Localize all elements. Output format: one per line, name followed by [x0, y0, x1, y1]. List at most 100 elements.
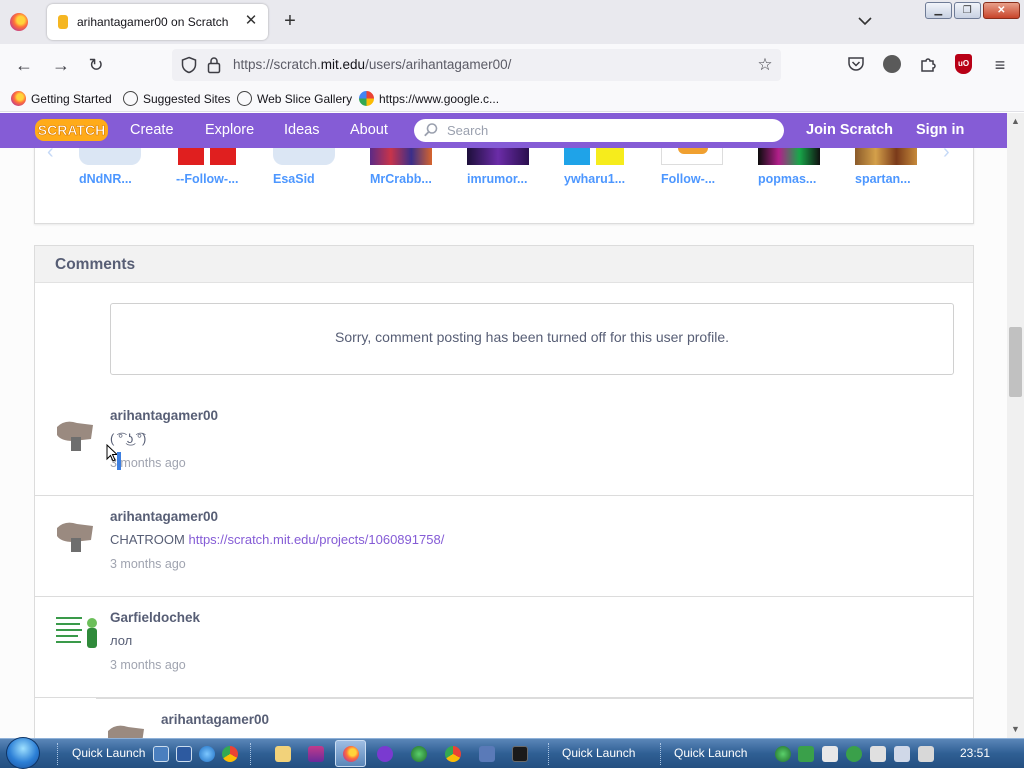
user-avatar[interactable]: [55, 413, 95, 453]
scratch-navbar: SCRATCH Create Explore Ideas About Searc…: [0, 113, 1007, 148]
show-desktop-icon[interactable]: [153, 746, 169, 762]
nav-create[interactable]: Create: [130, 122, 174, 138]
comment-author[interactable]: arihantagamer00: [110, 408, 218, 423]
folder-icon[interactable]: [275, 746, 291, 762]
taskbar-firefox-active[interactable]: [335, 740, 366, 767]
user-name[interactable]: Follow-...: [661, 172, 715, 186]
join-scratch-link[interactable]: Join Scratch: [806, 122, 893, 138]
user-name[interactable]: popmas...: [758, 172, 816, 186]
user-avatar[interactable]: [55, 613, 101, 653]
internet-explorer-icon[interactable]: [199, 746, 215, 762]
quick-launch-label[interactable]: Quick Launch: [72, 746, 145, 760]
tracking-protection-shield-icon[interactable]: [180, 56, 198, 74]
user-name[interactable]: spartan...: [855, 172, 911, 186]
window-switcher-icon[interactable]: [176, 746, 192, 762]
quick-launch-label[interactable]: Quick Launch: [562, 746, 635, 760]
comment-author[interactable]: Garfieldochek: [110, 610, 200, 625]
ublock-origin-icon[interactable]: uO: [955, 54, 972, 74]
start-button[interactable]: [6, 737, 40, 769]
firefox-icon[interactable]: [10, 13, 28, 31]
user-name[interactable]: EsaSid: [273, 172, 315, 186]
url-text[interactable]: https://scratch.mit.edu/users/arihantaga…: [233, 57, 511, 72]
user-name[interactable]: ywharu1...: [564, 172, 625, 186]
pocket-icon[interactable]: [847, 55, 865, 73]
tab-close-icon[interactable]: ✕: [242, 12, 260, 30]
bookmark-getting-started[interactable]: Getting Started: [11, 91, 112, 106]
bookmark-google[interactable]: https://www.google.c...: [359, 91, 499, 106]
back-arrow-icon[interactable]: ←: [13, 54, 35, 76]
scrollbar-thumb[interactable]: [1009, 327, 1022, 397]
user-avatar[interactable]: [55, 514, 95, 554]
carousel-next-icon[interactable]: ›: [943, 148, 950, 164]
winrar-icon[interactable]: [308, 746, 324, 762]
maximize-button[interactable]: ❐: [953, 2, 981, 19]
user-thumbnail[interactable]: [564, 148, 626, 165]
page-scrollbar[interactable]: ▲ ▼: [1007, 113, 1024, 738]
user-avatar[interactable]: [106, 717, 146, 738]
reply-author[interactable]: arihantagamer00: [161, 712, 269, 727]
svg-text:SCRATCH: SCRATCH: [38, 122, 105, 138]
browser-navigation-bar: ← → ↻ https://scratch.mit.edu/users/arih…: [0, 44, 1024, 86]
user-name[interactable]: --Follow-...: [176, 172, 238, 186]
minimize-button[interactable]: ▁: [925, 2, 952, 19]
extensions-puzzle-icon[interactable]: [919, 55, 937, 73]
hamburger-menu-icon[interactable]: ≡: [989, 54, 1011, 76]
browser-tab-bar: arihantagamer00 on Scratch ✕ + ▁ ❐ ✕: [0, 0, 1024, 44]
comment-text-content: CHATROOM: [110, 532, 189, 547]
search-input[interactable]: Search: [414, 119, 784, 142]
volume-muted-icon[interactable]: [918, 746, 934, 762]
nav-explore[interactable]: Explore: [205, 122, 254, 138]
chrome-icon[interactable]: [222, 746, 238, 762]
chrome-icon[interactable]: [445, 746, 461, 762]
comment-link[interactable]: https://scratch.mit.edu/projects/1060891…: [188, 532, 444, 547]
user-name[interactable]: MrCrabb...: [370, 172, 432, 186]
window-close-button[interactable]: ✕: [982, 2, 1021, 19]
user-name[interactable]: imrumor...: [467, 172, 527, 186]
sign-in-link[interactable]: Sign in: [916, 122, 964, 138]
user-thumbnail[interactable]: [467, 148, 529, 165]
address-bar[interactable]: https://scratch.mit.edu/users/arihantaga…: [172, 49, 781, 81]
user-thumbnail[interactable]: [370, 148, 432, 165]
new-tab-button[interactable]: +: [280, 10, 300, 32]
user-thumbnail[interactable]: [661, 148, 723, 165]
tray-icon[interactable]: [775, 746, 791, 762]
bookmark-web-slice-gallery[interactable]: Web Slice Gallery: [237, 91, 352, 106]
notice-text: Sorry, comment posting has been turned o…: [334, 329, 730, 345]
scroll-up-arrow-icon[interactable]: ▲: [1011, 116, 1020, 126]
user-thumbnail[interactable]: [758, 148, 820, 165]
quick-launch-label[interactable]: Quick Launch: [674, 746, 747, 760]
network-icon[interactable]: [894, 746, 910, 762]
list-all-tabs-icon[interactable]: [856, 12, 874, 30]
tray-icon[interactable]: [798, 746, 814, 762]
user-thumbnail[interactable]: [176, 148, 238, 165]
lock-icon[interactable]: [207, 56, 221, 74]
tray-icon[interactable]: [822, 746, 838, 762]
browser-tab-active[interactable]: arihantagamer00 on Scratch ✕: [47, 4, 268, 40]
terminal-icon[interactable]: [512, 746, 528, 762]
bookmark-star-icon[interactable]: ☆: [755, 55, 775, 75]
app-icon[interactable]: [479, 746, 495, 762]
comment: arihantagamer00 CHATROOM https://scratch…: [35, 496, 973, 597]
nav-about[interactable]: About: [350, 122, 388, 138]
user-thumbnail[interactable]: [273, 148, 335, 165]
account-avatar-icon[interactable]: [883, 55, 901, 73]
comments-header: Comments: [35, 246, 973, 283]
carousel-prev-icon[interactable]: ‹: [47, 148, 54, 164]
reload-icon[interactable]: ↻: [85, 54, 107, 76]
app-icon[interactable]: [411, 746, 427, 762]
app-icon[interactable]: [377, 746, 393, 762]
tray-icon[interactable]: [846, 746, 862, 762]
nav-ideas[interactable]: Ideas: [284, 122, 319, 138]
user-thumbnail[interactable]: [79, 148, 141, 165]
url-host: mit.edu: [320, 57, 366, 72]
scroll-down-arrow-icon[interactable]: ▼: [1011, 724, 1020, 734]
action-center-flag-icon[interactable]: [870, 746, 886, 762]
taskbar-clock[interactable]: 23:51: [960, 746, 990, 760]
user-name[interactable]: dNdNR...: [79, 172, 132, 186]
forward-arrow-icon[interactable]: →: [50, 54, 72, 76]
comment-author[interactable]: arihantagamer00: [110, 509, 218, 524]
bookmark-suggested-sites[interactable]: Suggested Sites: [123, 91, 230, 106]
scratch-logo[interactable]: SCRATCH: [35, 118, 108, 142]
user-thumbnail[interactable]: [855, 148, 917, 165]
comment-reply: arihantagamer00: [96, 698, 973, 738]
